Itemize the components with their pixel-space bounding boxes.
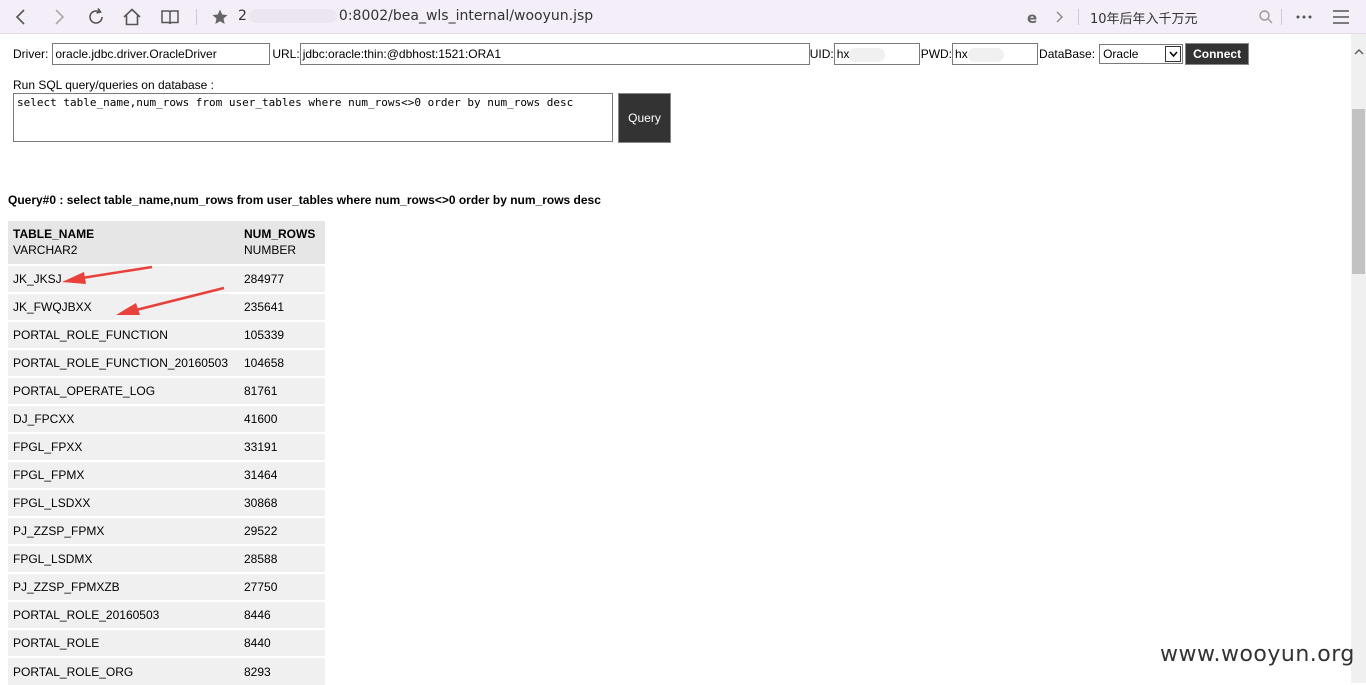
url-label: URL: — [272, 47, 300, 61]
table-cell: 284977 — [239, 264, 325, 293]
connect-button[interactable]: Connect — [1185, 43, 1250, 65]
database-label: DataBase: — [1039, 47, 1096, 61]
search-box-text[interactable]: 10年后年入千万元 — [1090, 8, 1198, 27]
table-cell: 8446 — [239, 600, 325, 629]
address-prefix: 2 — [238, 8, 247, 24]
table-cell: 81761 — [239, 376, 325, 405]
scrollbar-thumb[interactable] — [1352, 109, 1365, 274]
run-sql-label: Run SQL query/queries on database : — [13, 78, 215, 92]
more-options-icon[interactable] — [1292, 5, 1316, 29]
query-result-title: Query#0 : select table_name,num_rows fro… — [8, 193, 601, 207]
forward-icon[interactable] — [47, 5, 71, 29]
table-cell: 33191 — [239, 432, 325, 461]
table-cell: JK_FWQJBXX — [8, 292, 239, 321]
database-select[interactable]: Oracle — [1099, 44, 1184, 64]
table-row: PJ_ZZSP_FPMX 29522 — [8, 516, 325, 545]
pwd-input[interactable]: hx — [952, 43, 1039, 65]
table-cell: 235641 — [239, 292, 325, 321]
table-cell: PORTAL_ROLE_FUNCTION — [8, 320, 239, 349]
column-header: TABLE_NAME VARCHAR2 — [8, 221, 239, 265]
table-cell: FPGL_FPXX — [8, 432, 239, 461]
uid-value: hx — [836, 47, 850, 61]
table-cell: FPGL_LSDMX — [8, 544, 239, 573]
ie-compat-icon[interactable]: e — [1022, 5, 1046, 29]
table-cell: 29522 — [239, 516, 325, 545]
table-row: FPGL_LSDMX 28588 — [8, 544, 325, 573]
table-cell: 105339 — [239, 320, 325, 349]
driver-label: Driver: — [13, 47, 49, 61]
table-cell: 27750 — [239, 572, 325, 601]
table-cell: PORTAL_ROLE — [8, 628, 239, 657]
table-cell: PORTAL_ROLE_ORG — [8, 656, 239, 685]
table-cell: FPGL_LSDXX — [8, 488, 239, 517]
table-row: PORTAL_ROLE_20160503 8446 — [8, 600, 325, 629]
redacted-pwd — [967, 47, 1004, 62]
table-row: PORTAL_ROLE 8440 — [8, 628, 325, 657]
table-cell: 8440 — [239, 628, 325, 657]
table-cell: 8293 — [239, 656, 325, 685]
table-cell: PORTAL_ROLE_FUNCTION_20160503 — [8, 348, 239, 377]
scroll-up-icon[interactable] — [1351, 44, 1366, 58]
database-selected: Oracle — [1103, 47, 1139, 61]
browser-toolbar: 2 0:8002/bea_wls_internal/wooyun.jsp e 10… — [0, 0, 1366, 34]
table-row: FPGL_FPMX 31464 — [8, 460, 325, 489]
table-cell: DJ_FPCXX — [8, 404, 239, 433]
uid-label: UID: — [809, 47, 834, 61]
menu-icon[interactable] — [1329, 5, 1353, 29]
chevron-right-icon[interactable] — [1047, 5, 1071, 29]
query-button[interactable]: Query — [618, 93, 671, 143]
toolbar-separator — [196, 9, 197, 25]
table-cell: 41600 — [239, 404, 325, 433]
sql-textarea[interactable]: select table_name,num_rows from user_tab… — [13, 93, 613, 142]
redacted-uid — [849, 47, 886, 62]
home-icon[interactable] — [120, 5, 144, 29]
favorite-star-icon[interactable] — [208, 5, 232, 29]
column-header: NUM_ROWS NUMBER — [239, 221, 325, 265]
table-row: PJ_ZZSP_FPMXZB 27750 — [8, 572, 325, 601]
table-cell: JK_JKSJ — [8, 264, 239, 293]
watermark: www.wooyun.org — [1160, 642, 1355, 667]
refresh-icon[interactable] — [84, 5, 108, 29]
table-cell: PORTAL_ROLE_20160503 — [8, 600, 239, 629]
toolbar-separator — [1281, 9, 1282, 25]
table-cell: PJ_ZZSP_FPMXZB — [8, 572, 239, 601]
address-bar[interactable]: 2 0:8002/bea_wls_internal/wooyun.jsp — [238, 8, 593, 24]
table-row: PORTAL_ROLE_FUNCTION 105339 — [8, 320, 325, 349]
table-cell: 104658 — [239, 348, 325, 377]
table-row: JK_FWQJBXX 235641 — [8, 292, 325, 321]
search-icon[interactable] — [1254, 5, 1278, 29]
address-path: 0:8002/bea_wls_internal/wooyun.jsp — [338, 8, 594, 24]
table-row: FPGL_FPXX 33191 — [8, 432, 325, 461]
uid-input[interactable]: hx — [833, 43, 920, 65]
table-row: DJ_FPCXX 41600 — [8, 404, 325, 433]
table-cell: FPGL_FPMX — [8, 460, 239, 489]
table-cell: PORTAL_OPERATE_LOG — [8, 376, 239, 405]
driver-input[interactable]: oracle.jdbc.driver.OracleDriver — [52, 43, 271, 65]
redacted-host — [248, 9, 337, 23]
back-icon[interactable] — [9, 5, 33, 29]
dropdown-arrow-icon[interactable] — [1165, 46, 1182, 62]
table-cell: 30868 — [239, 488, 325, 517]
table-header-row: TABLE_NAME VARCHAR2 NUM_ROWS NUMBER — [8, 221, 325, 265]
reading-view-icon[interactable] — [158, 5, 182, 29]
table-row: JK_JKSJ 284977 — [8, 264, 325, 293]
table-row: PORTAL_ROLE_ORG 8293 — [8, 656, 325, 685]
svg-text:e: e — [1027, 9, 1037, 26]
results-table: TABLE_NAME VARCHAR2 NUM_ROWS NUMBER JK_JKS… — [8, 221, 325, 685]
vertical-scrollbar[interactable] — [1351, 34, 1366, 683]
table-row: FPGL_LSDXX 30868 — [8, 488, 325, 517]
toolbar-separator — [1078, 9, 1079, 25]
url-input[interactable]: jdbc:oracle:thin:@dbhost:1521:ORA1 — [299, 43, 810, 65]
table-cell: 28588 — [239, 544, 325, 573]
connection-form: Driver: oracle.jdbc.driver.OracleDriver … — [13, 43, 1250, 65]
table-cell: 31464 — [239, 460, 325, 489]
pwd-value: hx — [955, 47, 968, 61]
table-row: PORTAL_OPERATE_LOG 81761 — [8, 376, 325, 405]
table-row: PORTAL_ROLE_FUNCTION_20160503 104658 — [8, 348, 325, 377]
pwd-label: PWD: — [920, 47, 953, 61]
table-cell: PJ_ZZSP_FPMX — [8, 516, 239, 545]
